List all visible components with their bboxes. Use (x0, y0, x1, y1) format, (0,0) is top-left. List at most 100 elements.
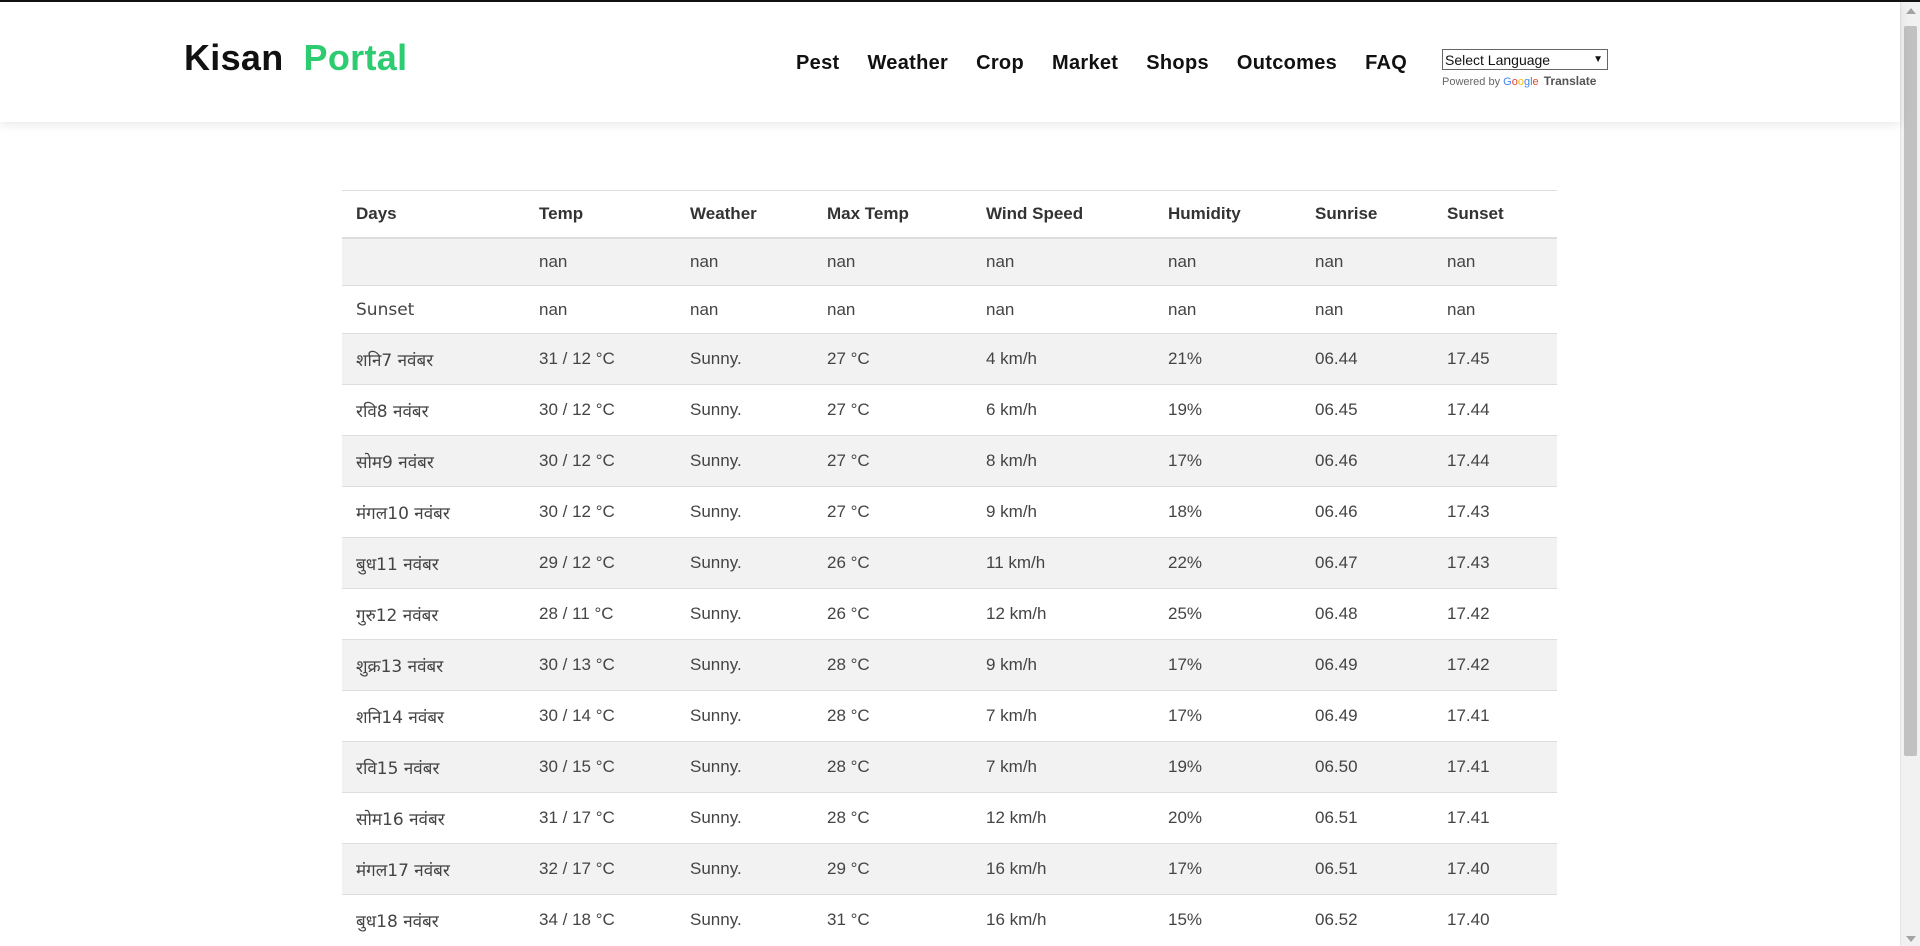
table-row: सोम16 नवंबर 31 / 17 °C Sunny. 28 °C 12 km/h 2… (342, 792, 1557, 844)
cell-weather: nan (676, 285, 813, 334)
cell-day: सोम9 नवंबर (342, 435, 525, 487)
table-row: मंगल17 नवंबर 32 / 17 °C Sunny. 29 °C 16 km/h… (342, 843, 1557, 895)
cell-sunrise: 06.46 (1301, 486, 1433, 538)
column-header-days: Days (342, 190, 525, 239)
weather-forecast-section: Days Temp Weather Max Temp Wind Speed Hu… (342, 190, 1557, 946)
cell-max-temp: 27 °C (813, 435, 972, 487)
nav-link-outcomes[interactable]: Outcomes (1237, 52, 1337, 75)
cell-weather: Sunny. (676, 588, 813, 640)
cell-humidity: nan (1154, 237, 1301, 286)
powered-by-google: Powered by Google Translate (1442, 74, 1608, 88)
cell-temp: 32 / 17 °C (525, 843, 676, 895)
brand-name-part1: Kisan (184, 37, 284, 78)
scrollbar-thumb[interactable] (1904, 26, 1917, 756)
table-row: रवि8 नवंबर 30 / 12 °C Sunny. 27 °C 6 km/h 19%… (342, 384, 1557, 436)
column-header-sunset: Sunset (1433, 190, 1557, 239)
cell-sunset: 17.45 (1433, 333, 1557, 385)
scroll-up-arrow-icon[interactable] (1906, 8, 1916, 14)
cell-sunset: 17.43 (1433, 537, 1557, 589)
cell-max-temp: nan (813, 285, 972, 334)
table-header-row: Days Temp Weather Max Temp Wind Speed Hu… (342, 190, 1557, 239)
google-translate-widget: Select Language ▼ Powered by Google Tran… (1442, 49, 1608, 88)
cell-max-temp: 27 °C (813, 333, 972, 385)
cell-day: रवि8 नवंबर (342, 384, 525, 436)
cell-wind-speed: 16 km/h (972, 894, 1154, 946)
cell-sunset: 17.40 (1433, 894, 1557, 946)
cell-max-temp: 29 °C (813, 843, 972, 895)
cell-sunset: 17.42 (1433, 639, 1557, 691)
cell-weather: Sunny. (676, 894, 813, 946)
cell-wind-speed: 9 km/h (972, 639, 1154, 691)
cell-max-temp: 26 °C (813, 588, 972, 640)
cell-weather: nan (676, 237, 813, 286)
cell-temp: 29 / 12 °C (525, 537, 676, 589)
nav-link-crop[interactable]: Crop (976, 52, 1024, 75)
table-row: सोम9 नवंबर 30 / 12 °C Sunny. 27 °C 8 km/h 17%… (342, 435, 1557, 487)
chevron-down-icon: ▼ (1593, 54, 1603, 65)
scroll-down-arrow-icon[interactable] (1906, 936, 1916, 942)
table-row: शनि14 नवंबर 30 / 14 °C Sunny. 28 °C 7 km/h 17… (342, 690, 1557, 742)
powered-by-label: Powered by (1442, 76, 1501, 88)
translate-label: Translate (1543, 74, 1597, 88)
cell-weather: Sunny. (676, 690, 813, 742)
cell-day (342, 237, 525, 286)
column-header-weather: Weather (676, 190, 813, 239)
cell-max-temp: nan (813, 237, 972, 286)
table-row: गुरु12 नवंबर 28 / 11 °C Sunny. 26 °C 12 km/h… (342, 588, 1557, 640)
nav-link-shops[interactable]: Shops (1146, 52, 1209, 75)
cell-humidity: 18% (1154, 486, 1301, 538)
cell-wind-speed: 7 km/h (972, 741, 1154, 793)
cell-max-temp: 28 °C (813, 792, 972, 844)
cell-temp: 30 / 14 °C (525, 690, 676, 742)
cell-sunrise: 06.44 (1301, 333, 1433, 385)
cell-weather: Sunny. (676, 741, 813, 793)
cell-sunset: 17.43 (1433, 486, 1557, 538)
cell-sunrise: 06.49 (1301, 639, 1433, 691)
cell-wind-speed: 7 km/h (972, 690, 1154, 742)
nav-link-faq[interactable]: FAQ (1365, 52, 1407, 75)
table-row: मंगल10 नवंबर 30 / 12 °C Sunny. 27 °C 9 km/h 1… (342, 486, 1557, 538)
cell-weather: Sunny. (676, 639, 813, 691)
column-header-temp: Temp (525, 190, 676, 239)
cell-temp: 30 / 12 °C (525, 384, 676, 436)
cell-humidity: 17% (1154, 639, 1301, 691)
cell-humidity: 17% (1154, 843, 1301, 895)
cell-humidity: 15% (1154, 894, 1301, 946)
column-header-sunrise: Sunrise (1301, 190, 1433, 239)
cell-temp: 30 / 15 °C (525, 741, 676, 793)
cell-wind-speed: 16 km/h (972, 843, 1154, 895)
google-logo[interactable]: Google (1503, 76, 1539, 88)
cell-day: Sunset (342, 285, 525, 334)
cell-temp: 28 / 11 °C (525, 588, 676, 640)
cell-day: बुध11 नवंबर (342, 537, 525, 589)
language-select[interactable]: Select Language ▼ (1442, 49, 1608, 70)
cell-wind-speed: 11 km/h (972, 537, 1154, 589)
column-header-humidity: Humidity (1154, 190, 1301, 239)
cell-weather: Sunny. (676, 792, 813, 844)
cell-day: शुक्र13 नवंबर (342, 639, 525, 691)
cell-max-temp: 27 °C (813, 384, 972, 436)
cell-wind-speed: 12 km/h (972, 792, 1154, 844)
cell-sunset: 17.40 (1433, 843, 1557, 895)
cell-day: रवि15 नवंबर (342, 741, 525, 793)
cell-temp: 30 / 13 °C (525, 639, 676, 691)
nav-link-market[interactable]: Market (1052, 52, 1118, 75)
cell-day: मंगल10 नवंबर (342, 486, 525, 538)
vertical-scrollbar[interactable] (1900, 2, 1920, 946)
weather-forecast-table: Days Temp Weather Max Temp Wind Speed Hu… (342, 190, 1557, 946)
cell-sunset: 17.41 (1433, 690, 1557, 742)
nav-link-pest[interactable]: Pest (796, 52, 839, 75)
brand-logo[interactable]: Kisan Portal (184, 37, 407, 79)
cell-sunrise: 06.46 (1301, 435, 1433, 487)
table-row: शनि7 नवंबर 31 / 12 °C Sunny. 27 °C 4 km/h 21%… (342, 333, 1557, 385)
table-row: रवि15 नवंबर 30 / 15 °C Sunny. 28 °C 7 km/h 19… (342, 741, 1557, 793)
cell-sunrise: 06.51 (1301, 843, 1433, 895)
nav-link-weather[interactable]: Weather (867, 52, 948, 75)
cell-sunrise: nan (1301, 237, 1433, 286)
cell-sunrise: nan (1301, 285, 1433, 334)
cell-humidity: nan (1154, 285, 1301, 334)
cell-day: बुध18 नवंबर (342, 894, 525, 946)
cell-humidity: 17% (1154, 435, 1301, 487)
cell-temp: 31 / 12 °C (525, 333, 676, 385)
cell-wind-speed: 12 km/h (972, 588, 1154, 640)
